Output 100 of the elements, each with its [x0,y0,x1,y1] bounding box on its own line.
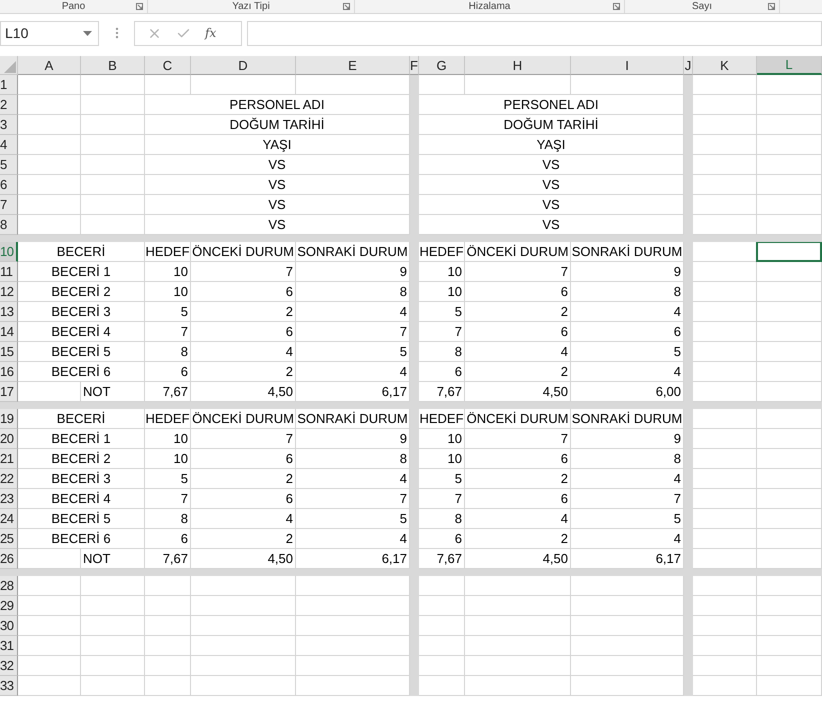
column-header[interactable]: C [145,56,191,75]
column-header[interactable]: H [465,56,571,75]
dialog-launcher-icon[interactable] [136,3,143,10]
row-header[interactable]: 22 [0,469,18,489]
row-header[interactable]: 8 [0,215,18,235]
table-cell: 7 [296,322,410,342]
table-cell: 4 [296,362,410,382]
table-cell: BECERİ 3 [18,469,145,489]
table-cell: 6,17 [296,549,410,569]
column-header[interactable]: B [81,56,145,75]
table-cell: BECERİ 3 [18,302,145,322]
table-cell: 4 [465,509,571,529]
row-header[interactable]: 31 [0,636,18,656]
table-cell: 7,67 [419,382,465,402]
table-cell: 2 [465,469,571,489]
column-header[interactable]: I [571,56,684,75]
column-header[interactable]: F [410,56,419,75]
table-cell: 5 [419,302,465,322]
dialog-launcher-icon[interactable] [343,3,350,10]
row-header[interactable]: 32 [0,656,18,676]
column-header[interactable]: E [296,56,410,75]
table-cell: 5 [571,342,684,362]
ribbon-group-label: Sayı [692,0,712,12]
column-header[interactable]: A [18,56,81,75]
row-header[interactable]: 14 [0,322,18,342]
row-header[interactable]: 4 [0,135,18,155]
table-cell: 10 [145,449,191,469]
formula-input[interactable] [247,20,822,46]
table-cell: 7 [465,429,571,449]
table-cell: 8 [571,449,684,469]
ribbon-group-label: Yazı Tipi [232,0,270,12]
table-cell: 10 [419,282,465,302]
row-header[interactable]: 19 [0,409,18,429]
table-cell: 6 [191,489,296,509]
table-cell: 7 [191,429,296,449]
row-header[interactable]: 26 [0,549,18,569]
insert-function-button[interactable]: fx [205,26,216,40]
table-cell: 6 [465,322,571,342]
table-cell: 6,17 [571,549,684,569]
row-header[interactable]: 6 [0,175,18,195]
table-cell: 4 [571,529,684,549]
row-header[interactable]: 2 [0,95,18,115]
table-cell: 10 [145,282,191,302]
row-header[interactable]: 24 [0,509,18,529]
row-header[interactable]: 12 [0,282,18,302]
column-header[interactable]: J [684,56,693,75]
table-cell: 4 [465,342,571,362]
row-header[interactable]: 1 [0,75,18,95]
row-header[interactable]: 13 [0,302,18,322]
table-cell: DOĞUM TARİHİ [419,115,684,135]
row-header[interactable]: 28 [0,576,18,596]
table-cell: HEDEF [145,242,191,262]
row-header[interactable]: 16 [0,362,18,382]
table-cell: BECERİ 6 [18,362,145,382]
table-cell: 4 [571,302,684,322]
row-header[interactable]: 33 [0,676,18,696]
column-header[interactable]: L [757,56,822,75]
row-header[interactable]: 7 [0,195,18,215]
row-header[interactable]: 3 [0,115,18,135]
row-header[interactable]: 25 [0,529,18,549]
row-header[interactable]: 17 [0,382,18,402]
ribbon-group-label: Pano [62,0,86,12]
table-cell: 6 [571,322,684,342]
table-cell: 9 [571,429,684,449]
table-cell: 6 [191,282,296,302]
table-cell: 6 [465,489,571,509]
table-cell: BECERİ 6 [18,529,145,549]
table-cell: 4,50 [191,382,296,402]
table-cell: 2 [191,469,296,489]
table-cell: 10 [145,429,191,449]
table-cell: 10 [145,262,191,282]
table-cell: BECERİ 5 [18,509,145,529]
column-header[interactable]: D [191,56,296,75]
table-cell: 6 [465,449,571,469]
dropdown-caret-icon[interactable] [83,30,92,36]
row-header[interactable]: 23 [0,489,18,509]
name-box[interactable]: L10 [0,20,99,46]
table-cell: BECERİ 4 [18,489,145,509]
table-cell: 6 [191,449,296,469]
table-cell: 6,17 [296,382,410,402]
row-header[interactable]: 29 [0,596,18,616]
table-cell: ÖNCEKİ DURUM [191,242,296,262]
column-header[interactable]: G [419,56,465,75]
table-cell: 7 [145,489,191,509]
row-header[interactable]: 10 [0,242,18,262]
column-header[interactable]: K [693,56,757,75]
row-header[interactable]: 5 [0,155,18,175]
row-header[interactable]: 15 [0,342,18,362]
table-cell: 4 [296,302,410,322]
table-cell: 7 [145,322,191,342]
table-cell: VS [419,215,684,235]
dialog-launcher-icon[interactable] [768,3,775,10]
dialog-launcher-icon[interactable] [613,3,620,10]
table-cell: 2 [191,362,296,382]
table-cell: 4 [571,469,684,489]
row-header[interactable]: 21 [0,449,18,469]
row-header[interactable]: 11 [0,262,18,282]
table-cell: BECERİ 1 [18,429,145,449]
row-header[interactable]: 30 [0,616,18,636]
row-header[interactable]: 20 [0,429,18,449]
